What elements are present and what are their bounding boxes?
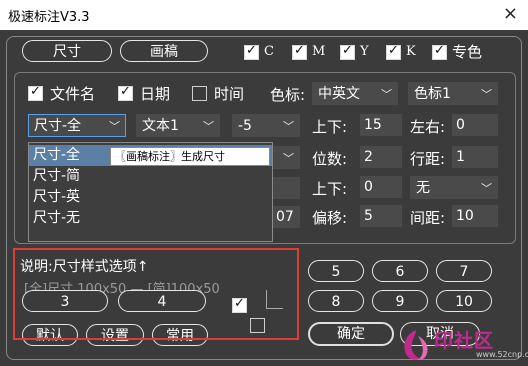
close-icon[interactable]: × (503, 3, 518, 24)
chevron-down-icon: ﹀ (283, 120, 294, 133)
preset-7-button[interactable]: 7 (436, 260, 492, 282)
checkbox-k[interactable]: ✓ (386, 43, 401, 60)
time-checkbox[interactable] (192, 86, 207, 101)
check-icon: ✓ (30, 84, 41, 99)
leftright-input[interactable]: 0 (452, 114, 498, 136)
filename-checkbox[interactable]: ✓ (28, 84, 43, 101)
date-checkbox[interactable]: ✓ (118, 84, 133, 101)
updown2-label: 上下: (312, 180, 348, 198)
color-mark-select-value: 色标1 (414, 86, 451, 102)
watermark-text: 印社区 (434, 330, 495, 352)
check-icon: ✓ (294, 43, 305, 58)
none-select-value: 无 (416, 180, 430, 196)
checkbox-c-label: C (264, 44, 274, 59)
offset2-label: 偏移: (312, 209, 348, 227)
language-select-value: 中英文 (318, 86, 360, 102)
color-mark-caption: 色标: (270, 86, 306, 104)
text-style-select-value: 文本1 (142, 118, 179, 134)
spacing-label: 间距: (410, 209, 446, 227)
watermark: 印社区 www.52cnp.com (398, 326, 528, 366)
chevron-down-icon: ﹀ (481, 182, 492, 195)
chevron-down-icon: ﹀ (109, 120, 120, 133)
preset-10-button[interactable]: 10 (436, 290, 492, 312)
checkbox-m-label: M (312, 44, 326, 59)
updown-input[interactable]: 15 (360, 114, 402, 136)
updown2-input[interactable]: 0 (360, 176, 402, 198)
chevron-down-icon: ﹀ (481, 88, 492, 101)
chevron-down-icon: ﹀ (203, 120, 214, 133)
checkbox-k-label: K (406, 44, 416, 59)
offset-select-value: -5 (238, 118, 252, 134)
check-icon: ✓ (388, 43, 399, 58)
date-label: 日期 (140, 85, 171, 103)
row5-field-partial[interactable]: 07 (272, 206, 300, 228)
draft-mode-button[interactable]: 画稿 (120, 40, 208, 62)
offset2-input[interactable]: 5 (360, 205, 402, 227)
check-icon: ✓ (246, 43, 257, 58)
time-label: 时间 (214, 85, 245, 103)
preset-6-button[interactable]: 6 (372, 260, 428, 282)
checkbox-y[interactable]: ✓ (340, 43, 355, 60)
size-style-select-value: 尺寸-全 (34, 118, 82, 134)
check-icon: ✓ (120, 84, 131, 99)
offset-select[interactable]: -5 ﹀ (232, 114, 300, 137)
digits-label: 位数: (312, 150, 348, 168)
dropdown-option[interactable]: 尺寸-简 (29, 166, 272, 187)
text-style-select[interactable]: 文本1 ﹀ (136, 114, 220, 137)
highlight-frame (13, 248, 299, 340)
check-icon: ✓ (342, 43, 353, 58)
linespacing-label: 行距: (410, 150, 446, 168)
checkbox-y-label: Y (360, 44, 369, 59)
ok-button[interactable]: 确定 (308, 322, 394, 346)
tooltip: 〖画稿标注〗生成尺寸 (110, 147, 270, 166)
none-select[interactable]: 无 ﹀ (410, 176, 498, 199)
linespacing-input[interactable]: 1 (452, 146, 498, 168)
digits-input[interactable]: 2 (360, 146, 402, 168)
size-mode-button[interactable]: 尺寸 (22, 40, 112, 62)
watermark-url: www.52cnp.com (476, 350, 528, 359)
spacing-input[interactable]: 10 (452, 205, 498, 227)
checkbox-spot-label: 专色 (452, 43, 483, 61)
checkbox-spot[interactable]: ✓ (432, 43, 447, 60)
updown-label: 上下: (312, 118, 348, 136)
check-icon: ✓ (434, 43, 445, 58)
leftright-label: 左右: (410, 118, 446, 136)
language-select[interactable]: 中英文 ﹀ (312, 82, 398, 105)
dropdown-option[interactable]: 尺寸-无 (29, 208, 272, 229)
watermark-logo-icon (404, 330, 428, 360)
preset-9-button[interactable]: 9 (372, 290, 428, 312)
preset-8-button[interactable]: 8 (308, 290, 364, 312)
checkbox-c[interactable]: ✓ (244, 43, 259, 60)
window-title: 极速标注V3.3 (8, 10, 90, 25)
row3-select-partial[interactable]: ﹀ (272, 146, 300, 169)
preset-5-button[interactable]: 5 (308, 260, 364, 282)
chevron-down-icon: ﹀ (381, 88, 392, 101)
chevron-down-icon: ﹀ (283, 152, 294, 165)
title-bar: 极速标注V3.3 × (0, 0, 528, 30)
dropdown-option[interactable]: 尺寸-英 (29, 187, 272, 208)
filename-label: 文件名 (50, 85, 96, 103)
size-style-select[interactable]: 尺寸-全 ﹀ (28, 114, 126, 137)
color-mark-select[interactable]: 色标1 ﹀ (408, 82, 498, 105)
row4-field-partial[interactable] (272, 177, 300, 199)
checkbox-m[interactable]: ✓ (292, 43, 307, 60)
